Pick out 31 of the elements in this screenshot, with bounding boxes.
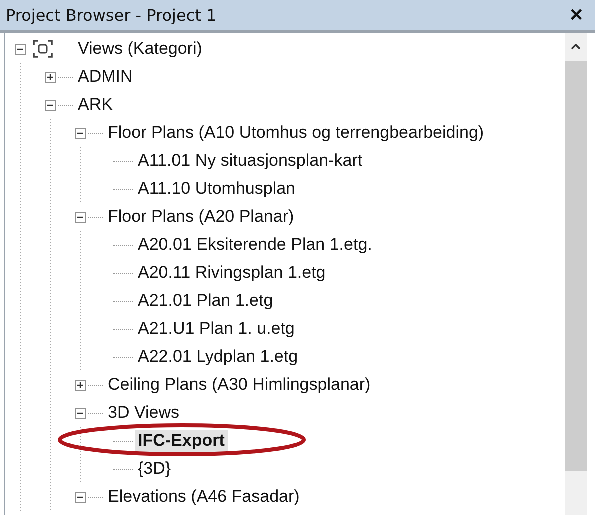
tree-item[interactable]: A20.11 Rivingsplan 1.etg [135, 262, 329, 284]
tree-item[interactable]: ADMIN [75, 66, 136, 88]
window-title: Project Browser - Project 1 [6, 6, 217, 24]
tree-item[interactable]: 3D Views [105, 402, 182, 424]
tree-item[interactable]: ARK [75, 94, 116, 116]
plus-icon [77, 382, 84, 388]
expander-toggle[interactable] [75, 128, 86, 138]
tree-item[interactable]: A11.10 Utomhusplan [135, 178, 299, 200]
expander-toggle[interactable] [45, 72, 56, 82]
expander-toggle[interactable] [45, 100, 56, 110]
expander-toggle[interactable] [75, 212, 86, 222]
expander-toggle[interactable] [15, 44, 26, 54]
view-icon [32, 39, 54, 59]
expander-toggle[interactable] [75, 408, 86, 418]
tree-item[interactable]: A22.01 Lydplan 1.etg [135, 346, 302, 368]
tree-item[interactable]: Floor Plans (A20 Planar) [105, 206, 298, 228]
caret-up-icon [571, 44, 581, 50]
plus-icon [47, 74, 54, 80]
tree-item[interactable]: A11.01 Ny situasjonsplan-kart [135, 150, 366, 172]
tree-item[interactable]: A21.01 Plan 1.etg [135, 290, 276, 312]
tree-item[interactable]: Elevations (A46 Fasadar) [105, 486, 303, 508]
tree-item[interactable]: A21.U1 Plan 1. u.etg [135, 318, 298, 340]
tree-item[interactable]: A20.01 Eksiterende Plan 1.etg. [135, 234, 376, 256]
tree-item[interactable]: Ceiling Plans (A30 Himlingsplanar) [105, 374, 374, 396]
tree-item[interactable]: IFC-Export [135, 430, 228, 452]
tree-item[interactable]: Floor Plans (A10 Utomhus og terrengbearbeiding) [105, 122, 488, 144]
expander-toggle[interactable] [75, 380, 86, 390]
tree-item[interactable]: Views (Kategori) [75, 38, 206, 60]
tree-item[interactable]: {3D} [135, 458, 174, 480]
expander-toggle[interactable] [75, 492, 86, 502]
close-button[interactable]: × [566, 4, 587, 26]
